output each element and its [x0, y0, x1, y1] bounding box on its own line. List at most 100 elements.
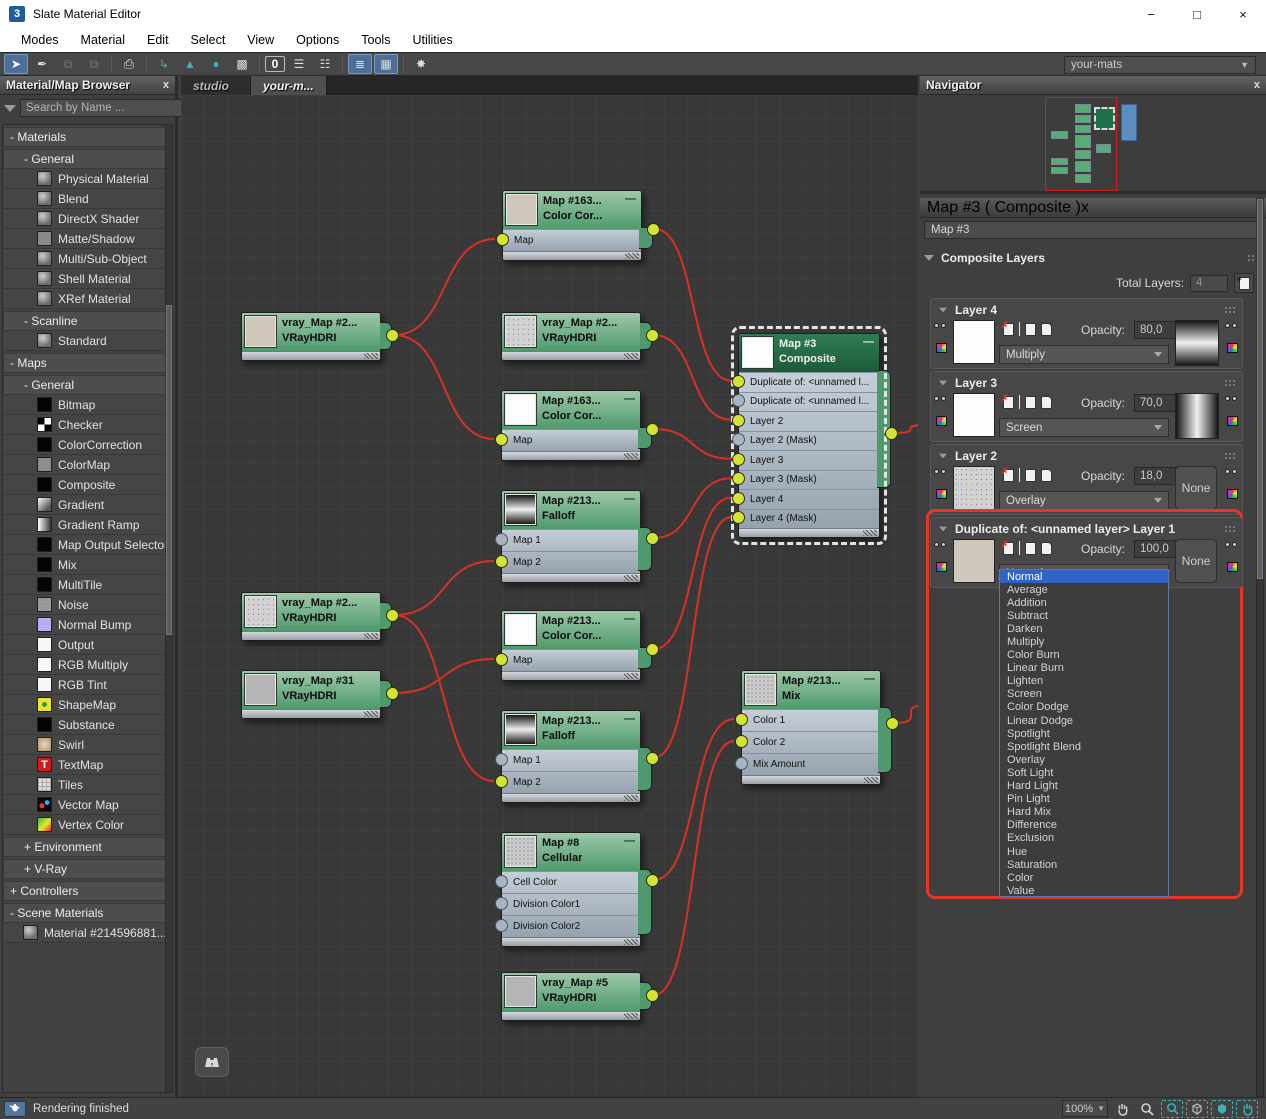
blend-option-linear-dodge[interactable]: Linear Dodge — [1000, 714, 1168, 727]
node-header[interactable]: Map #3 Composite — — [739, 334, 879, 372]
zoom-tool-button[interactable] — [1136, 1100, 1158, 1118]
zoom-extents-button[interactable] — [1186, 1099, 1208, 1118]
delete-layer-button[interactable]: ✗ — [1001, 393, 1014, 409]
blend-option-average[interactable]: Average — [1000, 583, 1168, 596]
tree-item-mix[interactable]: Mix — [3, 555, 167, 575]
menu-tools[interactable]: Tools — [350, 30, 401, 50]
node-resize-grip[interactable] — [624, 353, 638, 359]
node-n2-vrayhdri[interactable]: vray_Map #2... VRayHDRI — [241, 312, 399, 361]
node-minimize-icon[interactable]: — — [624, 835, 635, 847]
show-standard-map-in-viewport-button[interactable]: 0 — [265, 56, 285, 72]
tree-item-swirl[interactable]: Swirl — [3, 735, 167, 755]
color-swatch-icon[interactable] — [935, 416, 947, 426]
node-n10-mix[interactable]: Map #213... Mix — Color 1 Color 2 Mix Amount — [735, 670, 899, 785]
node-header[interactable]: vray_Map #2... VRayHDRI — [502, 313, 640, 351]
tree-item-checker[interactable]: Checker — [3, 415, 167, 435]
output-socket[interactable] — [386, 687, 399, 700]
tree-item-rgb-multiply[interactable]: RGB Multiply — [3, 655, 167, 675]
tree-item-composite[interactable]: Composite — [3, 475, 167, 495]
preview-set-dropdown[interactable]: your-mats ▼ — [1064, 56, 1256, 74]
visibility-icon[interactable] — [934, 469, 948, 475]
node-minimize-icon[interactable]: — — [625, 193, 636, 205]
node-n3-vrayhdri[interactable]: vray_Map #2... VRayHDRI — [501, 312, 659, 361]
add-layer-button[interactable]: + — [1234, 273, 1254, 293]
node-header[interactable]: vray_Map #31 VRayHDRI — [242, 671, 380, 709]
blend-mode-select[interactable]: Overlay — [999, 491, 1169, 510]
find-binoculars-button[interactable] — [195, 1047, 229, 1077]
tree-group[interactable]: - Maps — [3, 353, 167, 373]
node-minimize-icon[interactable]: — — [624, 613, 635, 625]
color-swatch-icon[interactable] — [1226, 416, 1238, 426]
blend-option-subtract[interactable]: Subtract — [1000, 609, 1168, 622]
output-socket[interactable] — [647, 223, 660, 236]
tree-item-map-output-selector[interactable]: Map Output Selector — [3, 535, 167, 555]
input-socket[interactable] — [495, 533, 508, 546]
node-resize-grip[interactable] — [624, 939, 638, 945]
composite-layers-rollout[interactable]: Composite Layers — [924, 248, 1258, 267]
mask-none-button[interactable]: None — [1175, 539, 1217, 583]
blend-option-linear-burn[interactable]: Linear Burn — [1000, 662, 1168, 675]
move-children-button[interactable]: ↳ — [152, 54, 176, 74]
blend-option-hue[interactable]: Hue — [1000, 845, 1168, 858]
tree-group[interactable]: - Scene Materials — [3, 903, 167, 923]
node-resize-grip[interactable] — [625, 253, 639, 259]
node-n7-colorcor[interactable]: Map #213... Color Cor... — Map — [495, 610, 659, 681]
tree-group[interactable]: + Environment — [3, 837, 167, 857]
node-n5-falloff[interactable]: Map #213... Falloff — Map 1 Map 2 — [495, 490, 659, 583]
visibility-icon[interactable] — [1225, 396, 1239, 402]
node-header[interactable]: Map #213... Falloff — — [502, 491, 640, 529]
node-n9-falloff[interactable]: Map #213... Falloff — Map 1 Map 2 — [495, 710, 659, 803]
tree-group[interactable]: + V-Ray — [3, 859, 167, 879]
visibility-icon[interactable] — [1225, 323, 1239, 329]
pick-material-from-object-button[interactable]: ✒ — [30, 54, 54, 74]
wire[interactable] — [653, 334, 732, 421]
node-slot[interactable]: Map — [502, 649, 640, 671]
node-slot[interactable]: Map 1 — [502, 529, 640, 551]
panel-scrollbar-thumb[interactable] — [1256, 198, 1264, 580]
assign-material-to-selection-button[interactable]: ⧉ — [82, 54, 106, 74]
blend-option-overlay[interactable]: Overlay — [1000, 753, 1168, 766]
visibility-icon[interactable] — [934, 396, 948, 402]
duplicate-layer-button[interactable] — [1041, 395, 1052, 409]
node-header[interactable]: vray_Map #2... VRayHDRI — [242, 313, 380, 351]
layer-properties-button[interactable] — [1025, 395, 1036, 409]
tree-item-textmap[interactable]: T TextMap — [3, 755, 167, 775]
menu-material[interactable]: Material — [70, 30, 136, 50]
browser-close-icon[interactable]: x — [163, 79, 169, 91]
input-socket-connected[interactable] — [495, 775, 508, 788]
node-resize-grip[interactable] — [364, 353, 378, 359]
node-slot[interactable]: Map — [503, 229, 641, 251]
node-n12-vrayhdri[interactable]: vray_Map #5 VRayHDRI — [501, 972, 659, 1021]
node-slot[interactable]: Duplicate of: <unnamed l... — [739, 391, 879, 412]
material-map-browser-toggle-button[interactable]: ≣ — [348, 54, 372, 74]
output-socket[interactable] — [886, 717, 899, 730]
zoom-region-tool-button[interactable] — [1161, 1099, 1183, 1118]
node-slot[interactable]: Layer 3 (Mask) — [739, 469, 879, 490]
delete-selected-button[interactable]: ⎙ — [117, 54, 141, 74]
maximize-button[interactable]: □ — [1174, 0, 1220, 28]
tree-item-shell-material[interactable]: Shell Material — [3, 269, 167, 289]
input-socket-connected[interactable] — [495, 653, 508, 666]
color-swatch-icon[interactable] — [935, 343, 947, 353]
parameter-editor-toggle-button[interactable]: ▦ — [374, 54, 398, 74]
node-slot[interactable]: Cell Color — [502, 871, 640, 893]
blend-option-hard-mix[interactable]: Hard Mix — [1000, 806, 1168, 819]
layer-title-row[interactable]: Duplicate of: <unnamed layer> Layer 1 — [931, 518, 1242, 539]
blend-option-difference[interactable]: Difference — [1000, 819, 1168, 832]
navigator-minimap[interactable] — [920, 95, 1266, 194]
layer-collapse-triangle[interactable] — [939, 380, 947, 385]
node-resize-grip[interactable] — [624, 575, 638, 581]
close-button[interactable]: × — [1220, 0, 1266, 28]
node-header[interactable]: vray_Map #5 VRayHDRI — [502, 973, 640, 1011]
tree-item-standard[interactable]: Standard — [3, 331, 167, 351]
wire[interactable] — [393, 334, 495, 440]
node-canvas[interactable]: Map #163... Color Cor... — Map vray_Map #2..… — [181, 95, 918, 1097]
node-n6-vrayhdri[interactable]: vray_Map #2... VRayHDRI — [241, 592, 399, 641]
show-shaded-material-in-viewport-button[interactable]: ● — [204, 54, 228, 74]
tree-item-blend[interactable]: Blend — [3, 189, 167, 209]
layer-mask-thumbnail[interactable] — [1175, 393, 1219, 439]
output-socket[interactable] — [386, 609, 399, 622]
input-socket[interactable] — [735, 757, 748, 770]
input-socket[interactable] — [495, 753, 508, 766]
layer-title-row[interactable]: Layer 3 — [931, 372, 1242, 393]
